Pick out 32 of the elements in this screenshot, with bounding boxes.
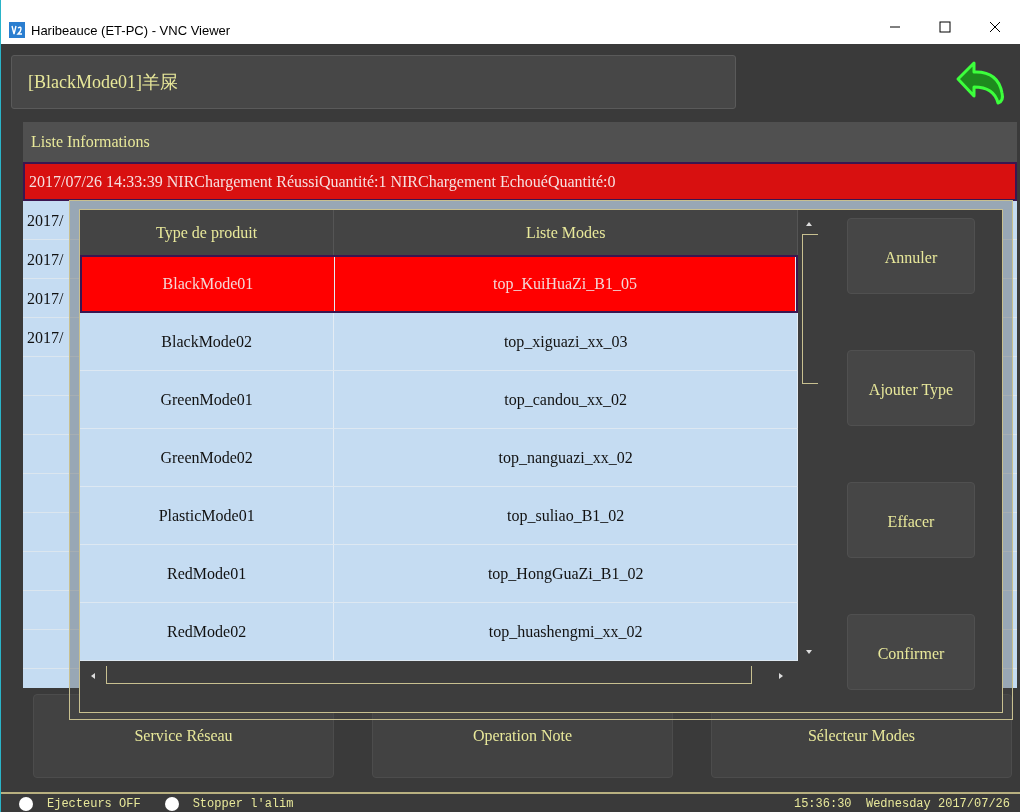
indicator-label: Stopper l'alim xyxy=(192,797,294,811)
close-icon[interactable] xyxy=(989,21,1001,33)
app-icon xyxy=(9,22,25,38)
mode-row[interactable]: RedMode02 top_huashengmi_xx_02 xyxy=(80,603,798,661)
indicator-icon xyxy=(19,797,33,811)
table-cell: GreenMode02 xyxy=(80,429,335,486)
mode-row[interactable]: GreenMode01 top_candou_xx_02 xyxy=(80,371,798,429)
table-cell: PlasticMode01 xyxy=(80,487,335,544)
mode-row[interactable]: RedMode01 top_HongGuaZi_B1_02 xyxy=(80,545,798,603)
dialog-button[interactable]: Ajouter Type xyxy=(847,350,975,426)
dialog-button[interactable]: Confirmer xyxy=(847,614,975,690)
mode-row[interactable]: BlackMode02 top_xiguazi_xx_03 xyxy=(80,313,798,371)
window-title: Haribeauce (ET-PC) - VNC Viewer xyxy=(31,23,232,38)
mode-title: [BlackMode01]羊屎 xyxy=(11,55,736,109)
maximize-icon[interactable] xyxy=(939,21,951,33)
table-cell: top_KuiHuaZi_B1_05 xyxy=(334,257,796,311)
scrollbar-thumb[interactable] xyxy=(802,234,818,384)
indicator-icon xyxy=(164,797,179,811)
dialog-button[interactable]: Effacer xyxy=(847,482,975,558)
mode-row[interactable]: GreenMode02 top_nanguazi_xx_02 xyxy=(80,429,798,487)
table-cell: GreenMode01 xyxy=(80,371,335,428)
indicator-label: Ejecteurs OFF xyxy=(47,797,141,811)
dialog-button[interactable]: Annuler xyxy=(847,218,975,294)
table-cell: RedMode02 xyxy=(80,603,335,660)
status-datetime: 15:36:30 Wednesday 2017/07/26 xyxy=(793,797,1010,811)
table-cell: BlackMode01 xyxy=(82,257,335,311)
table-cell: BlackMode02 xyxy=(80,313,335,370)
log-row[interactable]: 2017/07/26 14:33:39 NIRChargement RéussiQuantité:1 NIRChargement EchouéQuantité:0 xyxy=(23,162,1017,201)
panel-title: Liste Informations xyxy=(30,132,151,152)
mode-row[interactable]: PlasticMode01 top_suliao_B1_02 xyxy=(80,487,798,545)
scrollbar-thumb[interactable] xyxy=(106,666,752,684)
table-cell: RedMode01 xyxy=(80,545,335,602)
